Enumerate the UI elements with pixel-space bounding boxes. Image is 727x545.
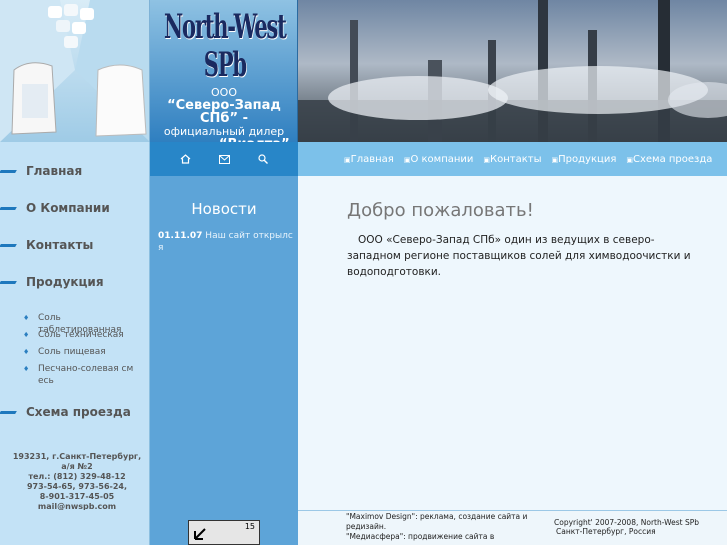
credit-maximov[interactable]: "Maximov Design": реклама, создание сайт… — [346, 512, 536, 532]
contact-address: 193231, г.Санкт-Петербург, а/я №2 тел.: … — [4, 452, 150, 512]
news-item[interactable]: 01.11.07 Наш сайт открылся — [158, 230, 296, 254]
product-link-food-salt[interactable]: Соль пищевая — [23, 346, 134, 358]
product-link-technical-salt[interactable]: Соль техническая — [23, 329, 134, 341]
news-heading: Новости — [191, 200, 257, 218]
salt-bags-image — [0, 0, 149, 142]
copyright-text: Copyright' 2007-2008, North-West SPb — [554, 518, 699, 527]
main-content — [298, 176, 727, 510]
product-link-sand-salt-mix[interactable]: Песчано-солевая смесь — [23, 363, 134, 387]
copyright: Copyright' 2007-2008, North-West SPb Сан… — [554, 518, 724, 536]
header-banner-image — [298, 0, 727, 142]
po-box: а/я №2 — [61, 462, 93, 471]
icon-bar — [150, 142, 298, 176]
copyright-location: Санкт-Петербург, Россия — [556, 527, 656, 536]
topnav-products[interactable]: Продукция — [552, 154, 616, 165]
news-column — [150, 176, 298, 510]
topnav-about[interactable]: О компании — [404, 154, 473, 165]
search-icon[interactable] — [258, 154, 268, 164]
sidebar-item-contacts[interactable]: Контакты — [0, 238, 93, 252]
phone-line: тел.: (812) 329-48-12 — [28, 472, 126, 481]
sidebar-item-products[interactable]: Продукция — [0, 275, 104, 289]
topnav-directions[interactable]: Схема проезда — [626, 154, 712, 165]
address-line: 193231, г.Санкт-Петербург, — [12, 452, 142, 461]
footer-left — [0, 510, 150, 545]
sidebar-item-home[interactable]: Главная — [0, 164, 82, 178]
intro-paragraph: ООО «Северо-Запад СПб» один из ведущих в… — [347, 234, 691, 278]
sidebar-item-directions[interactable]: Схема проезда — [0, 405, 131, 419]
credit-mediasphere[interactable]: "Медиасфера": продвижение сайта в Петерб… — [346, 532, 536, 542]
company-line-2: “Северо-Запад СПб” - — [167, 98, 281, 126]
design-credits: "Maximov Design": реклама, создание сайт… — [346, 512, 536, 542]
top-navigation: Главная О компании Контакты Продукция Сх… — [298, 142, 727, 176]
mail-icon[interactable] — [219, 154, 230, 164]
site-logo[interactable]: North-West SPb — [156, 8, 294, 88]
home-icon[interactable] — [180, 154, 191, 164]
product-photos — [0, 0, 150, 142]
news-date: 01.11.07 — [158, 231, 203, 241]
phone-line: 973-54-65, 973-56-24, — [26, 482, 128, 491]
topnav-home[interactable]: Главная — [344, 154, 394, 165]
sidebar-item-about[interactable]: О Компании — [0, 201, 110, 215]
page-title: Добро пожаловать! — [347, 200, 534, 221]
phone-line: 8-901-317-45-05 — [39, 492, 115, 501]
visitor-counter[interactable]: 15 — [188, 520, 260, 545]
refinery-image — [298, 0, 727, 142]
counter-value: 15 — [244, 522, 255, 531]
topnav-contacts[interactable]: Контакты — [483, 154, 541, 165]
